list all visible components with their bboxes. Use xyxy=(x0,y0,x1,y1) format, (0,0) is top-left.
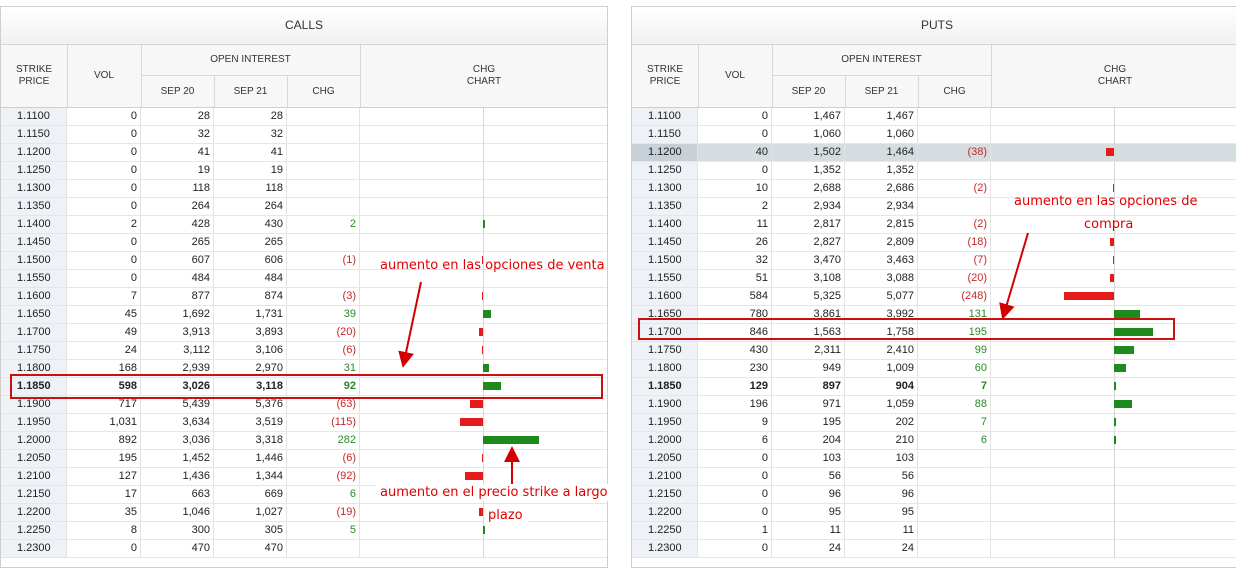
sell-arrow xyxy=(398,281,422,368)
buy-arrow xyxy=(999,232,1029,320)
annotation-arrows xyxy=(398,232,1029,484)
